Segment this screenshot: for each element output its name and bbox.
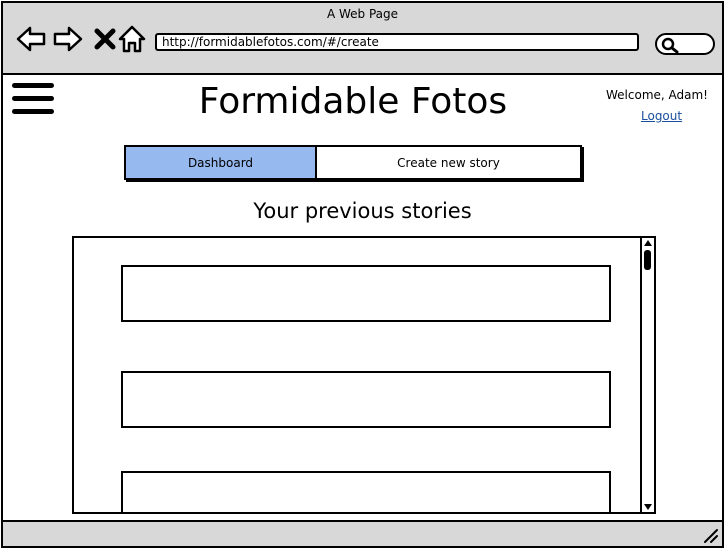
back-arrow-icon[interactable] [15, 23, 47, 55]
search-icon [661, 37, 679, 54]
resize-grip-icon[interactable] [702, 527, 718, 543]
scrollbar-thumb[interactable] [644, 250, 651, 270]
scroll-up-arrow-icon[interactable] [643, 238, 653, 248]
status-bar [3, 520, 722, 546]
hamburger-menu-icon[interactable] [12, 83, 56, 119]
tab-create-new-story[interactable]: Create new story [317, 147, 580, 178]
tab-dashboard[interactable]: Dashboard [126, 147, 317, 178]
window-title: A Web Page [326, 7, 399, 21]
stories-list [72, 236, 656, 514]
home-icon[interactable] [116, 23, 148, 55]
logout-link[interactable]: Logout [641, 109, 682, 123]
nav-tabs: Dashboard Create new story [124, 145, 582, 180]
vertical-scrollbar[interactable] [640, 238, 654, 512]
scroll-down-arrow-icon[interactable] [643, 502, 653, 512]
browser-search-field[interactable] [655, 33, 715, 55]
site-title: Formidable Fotos [198, 81, 508, 122]
browser-window: A Web Page http://formidablefotos.com/#/… [1, 1, 724, 548]
section-heading: Your previous stories [253, 199, 472, 223]
welcome-message: Welcome, Adam! [606, 88, 708, 102]
address-bar[interactable]: http://formidablefotos.com/#/create [155, 33, 639, 51]
browser-chrome: A Web Page http://formidablefotos.com/#/… [3, 3, 722, 75]
forward-arrow-icon[interactable] [52, 23, 84, 55]
story-card[interactable] [121, 265, 611, 322]
story-card[interactable] [121, 371, 611, 428]
story-card[interactable] [121, 471, 611, 512]
